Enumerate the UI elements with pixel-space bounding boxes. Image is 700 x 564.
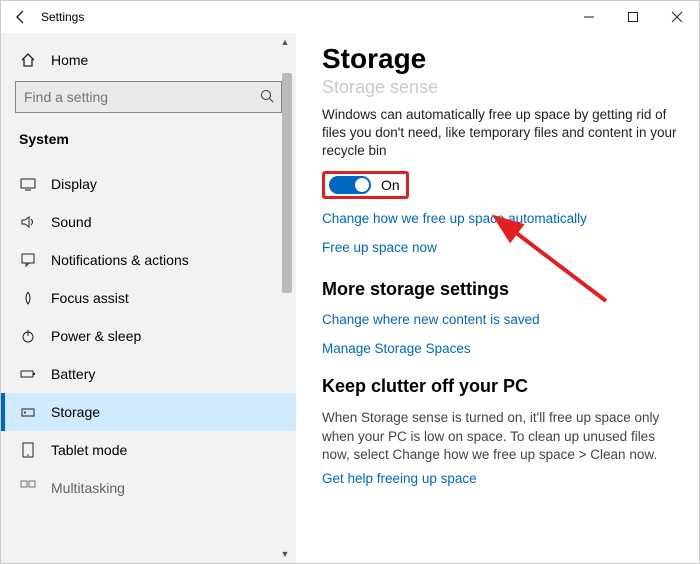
home-button[interactable]: Home: [1, 43, 296, 81]
scroll-down-arrow[interactable]: ▼: [278, 547, 292, 561]
scroll-up-arrow[interactable]: ▲: [278, 35, 292, 49]
nav-tablet-mode[interactable]: Tablet mode: [1, 431, 296, 469]
storage-sense-desc: Windows can automatically free up space …: [322, 106, 679, 161]
nav-focus-assist[interactable]: Focus assist: [1, 279, 296, 317]
nav-battery[interactable]: Battery: [1, 355, 296, 393]
scroll-thumb[interactable]: [282, 73, 292, 293]
nav-display[interactable]: Display: [1, 165, 296, 203]
nav-label: Tablet mode: [51, 442, 127, 458]
nav-label: Display: [51, 176, 97, 192]
nav-power-sleep[interactable]: Power & sleep: [1, 317, 296, 355]
tablet-icon: [19, 441, 37, 459]
sound-icon: [19, 213, 37, 231]
link-free-now[interactable]: Free up space now: [322, 240, 679, 255]
home-icon: [19, 51, 37, 69]
nav-sound[interactable]: Sound: [1, 203, 296, 241]
keep-clutter-desc: When Storage sense is turned on, it'll f…: [322, 409, 679, 466]
titlebar: Settings: [1, 1, 699, 33]
minimize-button[interactable]: [567, 1, 611, 33]
nav-label: Battery: [51, 366, 95, 382]
link-change-auto[interactable]: Change how we free up space automaticall…: [322, 211, 679, 226]
maximize-button[interactable]: [611, 1, 655, 33]
search-input[interactable]: [15, 81, 282, 113]
back-button[interactable]: [9, 5, 33, 29]
window-title: Settings: [41, 10, 84, 24]
nav-label: Storage: [51, 404, 100, 420]
content-pane: Storage Storage sense Windows can automa…: [296, 33, 699, 563]
battery-icon: [19, 365, 37, 383]
storage-icon: [19, 403, 37, 421]
home-label: Home: [51, 52, 88, 68]
nav-storage[interactable]: Storage: [1, 393, 296, 431]
storage-sense-toggle[interactable]: [329, 176, 371, 194]
toggle-state-label: On: [381, 177, 400, 193]
display-icon: [19, 175, 37, 193]
more-settings-head: More storage settings: [322, 279, 679, 300]
link-manage-spaces[interactable]: Manage Storage Spaces: [322, 341, 679, 356]
notifications-icon: [19, 251, 37, 269]
nav-label: Power & sleep: [51, 328, 141, 344]
section-label: System: [1, 131, 296, 165]
sidebar: Home System Display Sound Notifications …: [1, 33, 296, 563]
keep-clutter-head: Keep clutter off your PC: [322, 376, 679, 397]
page-title: Storage: [322, 43, 679, 75]
annotation-highlight-box: On: [322, 171, 409, 199]
nav-label: Focus assist: [51, 290, 129, 306]
sidebar-scrollbar[interactable]: ▲ ▼: [278, 33, 294, 563]
nav-label: Multitasking: [51, 480, 125, 496]
nav-multitasking[interactable]: Multitasking: [1, 469, 296, 507]
nav-label: Sound: [51, 214, 91, 230]
power-icon: [19, 327, 37, 345]
search-icon: [260, 89, 274, 108]
truncated-subhead: Storage sense: [322, 77, 679, 98]
nav-notifications[interactable]: Notifications & actions: [1, 241, 296, 279]
nav-label: Notifications & actions: [51, 252, 189, 268]
nav-list: Display Sound Notifications & actions Fo…: [1, 165, 296, 507]
focus-icon: [19, 289, 37, 307]
close-button[interactable]: [655, 1, 699, 33]
multitask-icon: [19, 479, 37, 497]
link-new-content[interactable]: Change where new content is saved: [322, 312, 679, 327]
link-help-free[interactable]: Get help freeing up space: [322, 471, 679, 486]
